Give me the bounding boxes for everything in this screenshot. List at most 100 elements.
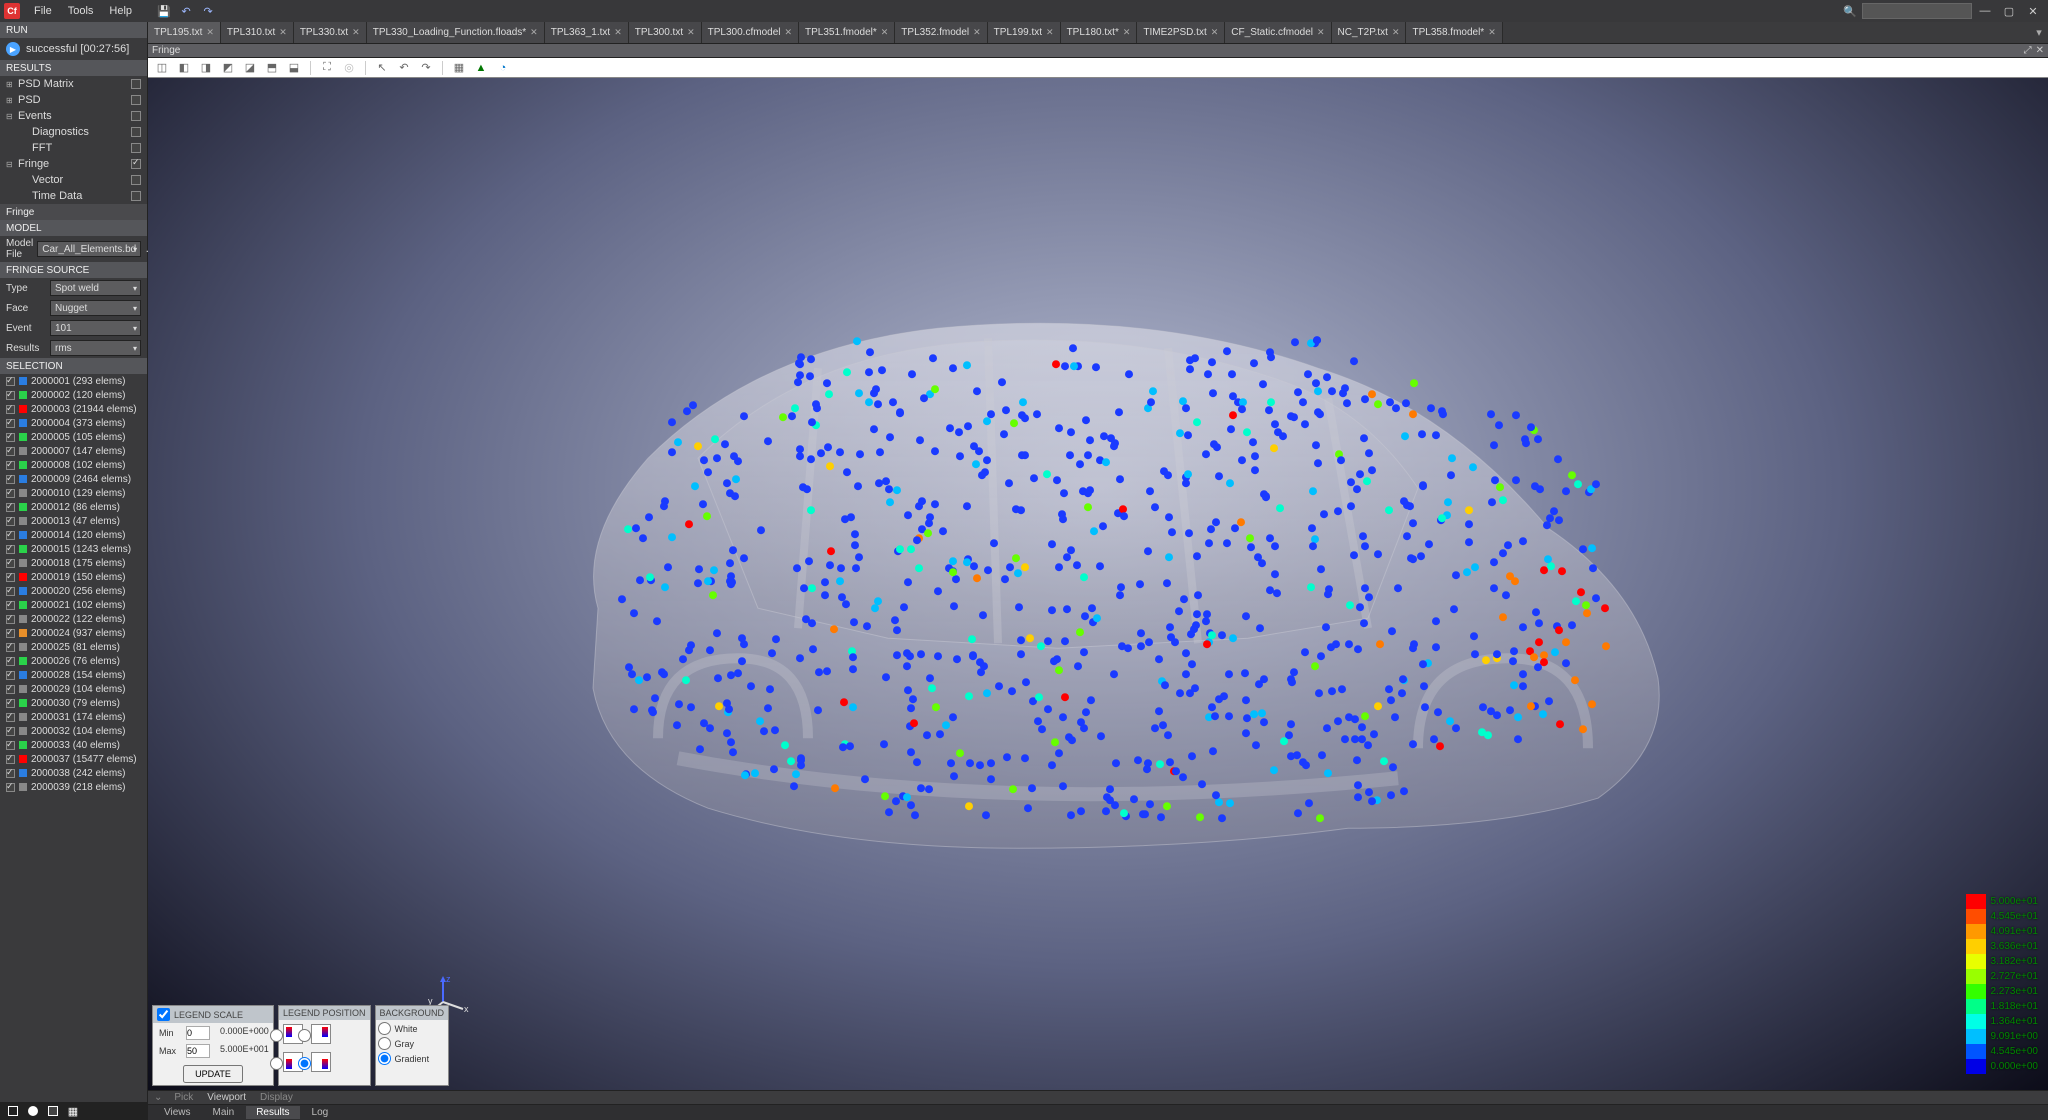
undo-icon[interactable]: ↶ [178, 3, 194, 19]
selection-check[interactable] [6, 559, 15, 568]
tab-close-icon[interactable]: ✕ [279, 27, 287, 38]
selection-item[interactable]: 2000001 (293 elems) [0, 374, 147, 388]
tab-overflow-icon[interactable]: ▾ [2030, 22, 2048, 43]
results-check[interactable] [131, 111, 141, 121]
tab-file[interactable]: TPL358.fmodel*✕ [1406, 22, 1502, 43]
tab-file[interactable]: TPL300.txt✕ [629, 22, 702, 43]
source-results-select[interactable]: rms [50, 340, 141, 356]
tab-file[interactable]: TPL180.txt*✕ [1061, 22, 1138, 43]
results-item-fringe[interactable]: ⊟Fringe [0, 156, 147, 172]
tab-file[interactable]: TPL199.txt✕ [988, 22, 1061, 43]
selection-check[interactable] [6, 615, 15, 624]
selection-check[interactable] [6, 671, 15, 680]
selection-item[interactable]: 2000012 (86 elems) [0, 500, 147, 514]
menu-help[interactable]: Help [101, 3, 140, 19]
selection-item[interactable]: 2000004 (373 elems) [0, 416, 147, 430]
legend-min-input[interactable] [186, 1026, 210, 1040]
menu-tools[interactable]: Tools [60, 3, 102, 19]
selection-item[interactable]: 2000013 (47 elems) [0, 514, 147, 528]
selection-check[interactable] [6, 783, 15, 792]
results-check[interactable] [131, 175, 141, 185]
selection-item[interactable]: 2000018 (175 elems) [0, 556, 147, 570]
results-check[interactable] [131, 159, 141, 169]
selection-item[interactable]: 2000024 (937 elems) [0, 626, 147, 640]
selection-check[interactable] [6, 657, 15, 666]
prev-icon[interactable]: ↶ [396, 60, 412, 76]
tab-file[interactable]: TPL330.txt✕ [294, 22, 367, 43]
selection-check[interactable] [6, 573, 15, 582]
status-pick[interactable]: Pick [174, 1092, 193, 1103]
tab-file[interactable]: TPL195.txt✕ [148, 22, 221, 43]
selection-check[interactable] [6, 531, 15, 540]
grid-icon[interactable]: ▦ [451, 60, 467, 76]
selection-check[interactable] [6, 755, 15, 764]
viewport-3d[interactable]: z x y 5.000e+014.545e+014.091e+013.636e+… [148, 78, 2048, 1104]
view-back-icon[interactable]: ◨ [198, 60, 214, 76]
view-bottom-icon[interactable]: ⬓ [286, 60, 302, 76]
results-item-psd-matrix[interactable]: ⊞PSD Matrix [0, 76, 147, 92]
results-check[interactable] [131, 143, 141, 153]
palette-icon[interactable]: ◔ [495, 60, 511, 76]
tray-icon-1[interactable] [6, 1104, 20, 1118]
bottom-tab-results[interactable]: Results [246, 1106, 299, 1119]
bottom-tab-views[interactable]: Views [154, 1106, 201, 1119]
selection-check[interactable] [6, 391, 15, 400]
selection-list[interactable]: 2000001 (293 elems)2000002 (120 elems) 20… [0, 374, 147, 1102]
tab-file[interactable]: TIME2PSD.txt✕ [1137, 22, 1225, 43]
next-icon[interactable]: ↷ [418, 60, 434, 76]
tab-close-icon[interactable]: ✕ [881, 27, 889, 38]
selection-check[interactable] [6, 629, 15, 638]
results-item-time-data[interactable]: Time Data [0, 188, 147, 204]
shade-icon[interactable]: ▲ [473, 60, 489, 76]
zoom-icon[interactable]: ◎ [341, 60, 357, 76]
selection-item[interactable]: 2000025 (81 elems) [0, 640, 147, 654]
selection-item[interactable]: 2000032 (104 elems) [0, 724, 147, 738]
source-event-select[interactable]: 101 [50, 320, 141, 336]
run-status-row[interactable]: ▶ successful [00:27:56] [0, 38, 147, 60]
selection-item[interactable]: 2000014 (120 elems) [0, 528, 147, 542]
tab-close-icon[interactable]: ✕ [206, 27, 214, 38]
results-item-vector[interactable]: Vector [0, 172, 147, 188]
tab-close-icon[interactable]: ✕ [1317, 27, 1325, 38]
tab-file[interactable]: TPL352.fmodel✕ [895, 22, 987, 43]
background-option-gradient[interactable]: Gradient [378, 1052, 447, 1065]
selection-item[interactable]: 2000002 (120 elems) [0, 388, 147, 402]
statusbar-toggle-icon[interactable]: ⌄ [154, 1092, 162, 1103]
selection-check[interactable] [6, 727, 15, 736]
tab-file[interactable]: TPL300.cfmodel✕ [702, 22, 799, 43]
maximize-icon[interactable]: ▢ [1998, 5, 2020, 18]
results-check[interactable] [131, 191, 141, 201]
selection-check[interactable] [6, 517, 15, 526]
results-item-psd[interactable]: ⊞PSD [0, 92, 147, 108]
tab-close-icon[interactable]: ✕ [1046, 27, 1054, 38]
selection-check[interactable] [6, 405, 15, 414]
tab-close-icon[interactable]: ✕ [1488, 27, 1496, 38]
legend-pos-tr[interactable] [311, 1024, 331, 1044]
results-item-events[interactable]: ⊟Events [0, 108, 147, 124]
legend-scale-toggle[interactable] [157, 1008, 170, 1021]
selection-item[interactable]: 2000019 (150 elems) [0, 570, 147, 584]
tab-close-icon[interactable]: ✕ [1123, 27, 1131, 38]
tab-file[interactable]: TPL310.txt✕ [221, 22, 294, 43]
selection-check[interactable] [6, 769, 15, 778]
results-check[interactable] [131, 95, 141, 105]
bottom-tab-log[interactable]: Log [302, 1106, 339, 1119]
view-front-icon[interactable]: ◧ [176, 60, 192, 76]
view-right-icon[interactable]: ◪ [242, 60, 258, 76]
results-item-diagnostics[interactable]: Diagnostics [0, 124, 147, 140]
selection-item[interactable]: 2000009 (2464 elems) [0, 472, 147, 486]
bottom-tab-main[interactable]: Main [203, 1106, 245, 1119]
selection-check[interactable] [6, 433, 15, 442]
selection-item[interactable]: 2000039 (218 elems) [0, 780, 147, 794]
menu-file[interactable]: File [26, 3, 60, 19]
view-iso-icon[interactable]: ◫ [154, 60, 170, 76]
selection-check[interactable] [6, 685, 15, 694]
tab-file[interactable]: TPL351.fmodel*✕ [799, 22, 895, 43]
background-option-gray[interactable]: Gray [378, 1037, 447, 1050]
selection-check[interactable] [6, 377, 15, 386]
tab-close-icon[interactable]: ✕ [352, 27, 360, 38]
model-file-select[interactable]: Car_All_Elements.bd [37, 241, 141, 257]
selection-item[interactable]: 2000033 (40 elems) [0, 738, 147, 752]
pin-icon[interactable]: ⤢ [2024, 45, 2032, 56]
selection-item[interactable]: 2000037 (15477 elems) [0, 752, 147, 766]
